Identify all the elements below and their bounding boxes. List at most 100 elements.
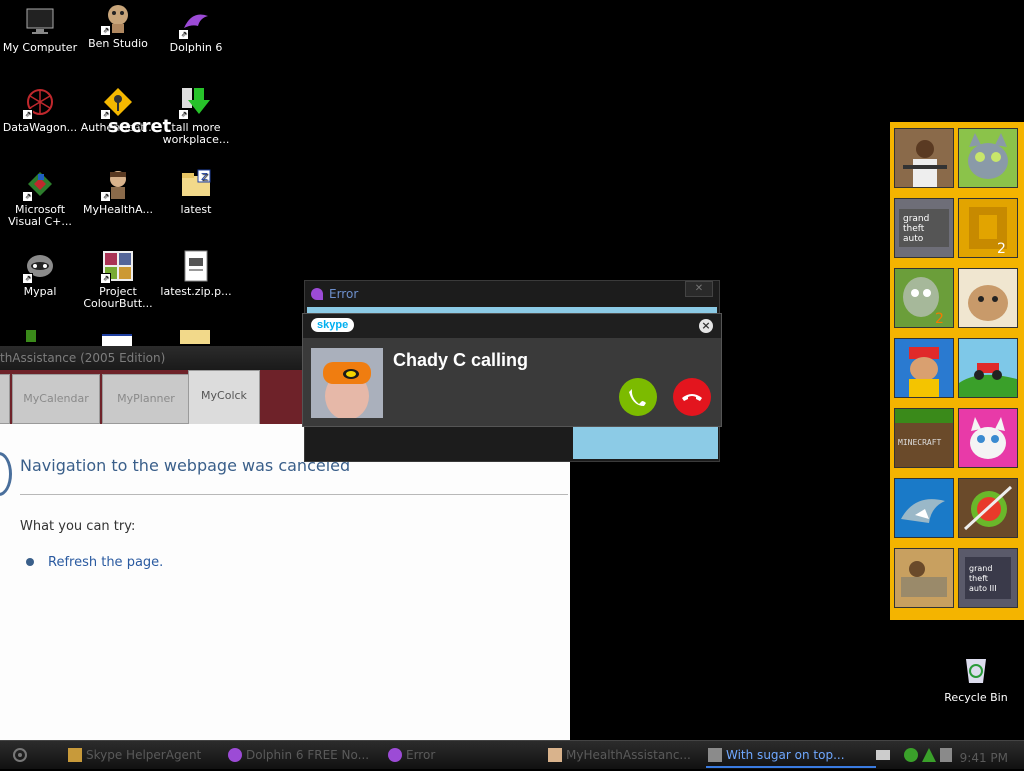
hang-up-icon	[682, 394, 702, 401]
game-tile-fruit-ninja[interactable]	[958, 478, 1018, 538]
game-tile-gta-sa[interactable]	[894, 128, 954, 188]
close-icon[interactable]: ×	[699, 319, 713, 333]
taskbar-item-error[interactable]: Error	[386, 744, 556, 766]
tab-mycalendar[interactable]: MyCalendar	[12, 374, 100, 424]
keyboard-icon[interactable]	[876, 750, 890, 760]
partial-desktop-icon	[26, 330, 36, 342]
game-tile-temple-run-2[interactable]: 2	[958, 198, 1018, 258]
desktop-icon-latest-zip[interactable]: latest.zip.p...	[156, 250, 236, 298]
network-icon: ↗	[22, 86, 56, 120]
decline-call-button[interactable]	[673, 378, 711, 416]
svg-text:2: 2	[935, 311, 944, 327]
download-arrow-icon: ↗	[178, 86, 212, 120]
warning-icon[interactable]	[922, 748, 936, 762]
taskbar: Skype HelperAgent Dolphin 6 FREE No... E…	[0, 740, 1024, 769]
desktop-icon-mypal[interactable]: ↗ Mypal	[0, 250, 80, 298]
bullet-icon	[26, 558, 34, 566]
close-button[interactable]: ✕	[685, 281, 713, 297]
game-tile-gta-san-andreas[interactable]: grand theft auto	[894, 198, 954, 258]
start-button[interactable]	[6, 745, 36, 765]
clock: 9:41 PM	[959, 751, 1008, 765]
desktop-icon-label: Recycle Bin	[944, 691, 1008, 704]
desktop-icon-datawagon[interactable]: ↗ DataWagon...	[0, 86, 80, 134]
network-icon[interactable]	[940, 748, 952, 762]
divider	[20, 494, 568, 495]
refresh-page-link[interactable]: Refresh the page.	[48, 555, 163, 570]
raccoon-icon	[708, 748, 722, 762]
game-tile-hungry-shark[interactable]	[894, 478, 954, 538]
accept-call-button[interactable]	[619, 378, 657, 416]
desktop-icon-ben-studio[interactable]: ↗ Ben Studio	[78, 2, 158, 50]
error-title-bar: Error ✕	[305, 281, 719, 307]
desktop-icon-dolphin[interactable]: ↗ Dolphin 6	[156, 6, 236, 54]
recycle-bin-icon	[961, 655, 991, 685]
taskbar-item-label: Skype HelperAgent	[86, 748, 202, 762]
game-tile-pou[interactable]	[958, 268, 1018, 328]
taskbar-item-label: With sugar on top...	[726, 748, 845, 762]
game-tile-talking-tom[interactable]	[958, 128, 1018, 188]
document-icon	[180, 250, 212, 282]
game-tile-talking-angela[interactable]	[958, 408, 1018, 468]
svg-text:MINECRAFT: MINECRAFT	[898, 438, 942, 447]
monitor-icon	[24, 6, 56, 38]
taskbar-item-dolphin[interactable]: Dolphin 6 FREE No...	[226, 744, 396, 766]
error-title: Error	[329, 287, 359, 301]
svg-text:theft: theft	[969, 574, 988, 583]
shortcut-arrow-icon: ↗	[22, 191, 33, 202]
skype-app-icon	[68, 748, 82, 762]
svg-text:theft: theft	[903, 224, 925, 234]
key-icon: ↗	[100, 86, 134, 120]
desktop-icon-label: latest	[180, 203, 212, 216]
desktop-icon-label: Microsoft Visual C+...	[8, 203, 72, 228]
svg-text:Z: Z	[201, 172, 208, 183]
tab-mycolck[interactable]: MyColck	[188, 370, 260, 426]
skype-incoming-call[interactable]: skype × Chady C calling	[302, 313, 722, 427]
tab-myplanner[interactable]: MyPlanner	[102, 374, 190, 424]
desktop-icon-label: tall more workplace...	[162, 121, 230, 146]
desktop-icon-my-computer[interactable]: My Computer	[0, 6, 80, 54]
start-orb-icon	[13, 748, 27, 762]
taskbar-item-label: Dolphin 6 FREE No...	[246, 748, 370, 762]
partial-zip-folder-icon	[180, 330, 210, 344]
dolphin-icon: ↗	[178, 6, 212, 40]
tab-partial[interactable]	[0, 374, 10, 424]
desktop-icon-label: latest.zip.p...	[160, 285, 232, 298]
taskbar-item-skype-helper[interactable]: Skype HelperAgent	[66, 744, 236, 766]
dog-icon: ↗	[100, 2, 134, 36]
desktop-icon-label: DataWagon...	[2, 121, 78, 134]
game-tile-plants-vs-zombies-2[interactable]: 2	[894, 268, 954, 328]
game-tile-subway-surfers[interactable]	[894, 338, 954, 398]
taskbar-item-with-sugar[interactable]: With sugar on top...	[706, 744, 876, 768]
desktop-icon-latest-folder[interactable]: Z latest	[156, 168, 236, 216]
desktop-icon-recycle-bin[interactable]: Recycle Bin	[936, 655, 1016, 704]
desktop-icon-visual-c[interactable]: ↗ Microsoft Visual C+...	[0, 168, 80, 228]
visual-studio-icon: ↗	[22, 168, 56, 202]
desktop-icon-label: Project ColourButt...	[83, 285, 153, 310]
dolphin-icon	[388, 748, 402, 762]
shortcut-arrow-icon: ↗	[100, 25, 111, 36]
secret-overlay-text: secret	[108, 116, 172, 137]
svg-text:grand: grand	[969, 564, 992, 573]
partial-desktop-icon	[102, 334, 132, 346]
game-tile-minecraft[interactable]: MINECRAFT	[894, 408, 954, 468]
dolphin-icon	[311, 288, 323, 300]
game-tile-hill-climb[interactable]	[958, 338, 1018, 398]
svg-text:2: 2	[997, 241, 1006, 257]
person-icon	[548, 748, 562, 762]
desktop-icon-label: Ben Studio	[88, 37, 148, 50]
svg-text:auto III: auto III	[969, 584, 997, 593]
desktop-icon-myhealth[interactable]: ↗ MyHealthA...	[78, 168, 158, 216]
taskbar-item-label: Error	[406, 748, 436, 762]
desktop-icon-project-colourbutton[interactable]: ↗ Project ColourButt...	[78, 250, 158, 310]
game-tile-gta-3[interactable]: grand theft auto III	[958, 548, 1018, 608]
game-tile-gta-vice[interactable]	[894, 548, 954, 608]
system-tray: 9:41 PM	[870, 744, 1020, 766]
shortcut-arrow-icon: ↗	[100, 273, 111, 284]
skype-logo: skype	[311, 318, 355, 332]
phone-icon	[629, 389, 646, 406]
desktop-icon-label: My Computer	[2, 41, 78, 54]
raccoon-icon: ↗	[22, 250, 56, 284]
taskbar-item-myhealth[interactable]: MyHealthAssistanc...	[546, 744, 716, 766]
security-check-icon[interactable]	[904, 748, 918, 762]
desktop-icon-label: MyHealthA...	[83, 203, 153, 216]
